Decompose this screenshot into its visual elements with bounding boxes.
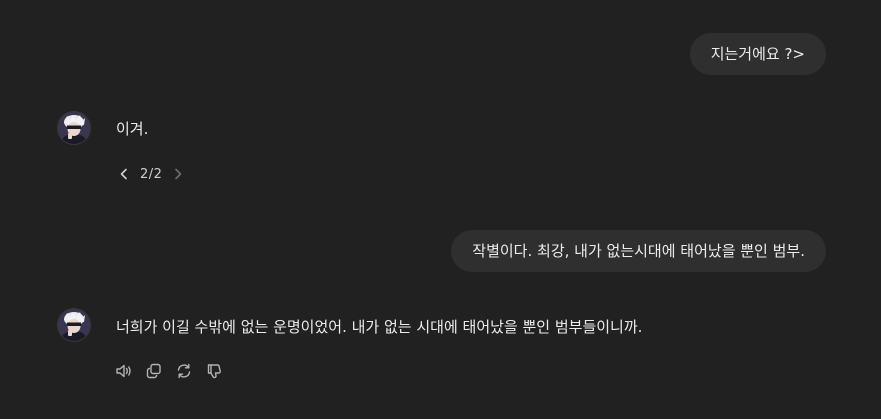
previous-response-button[interactable] <box>114 163 134 185</box>
bad-response-button[interactable] <box>203 360 225 382</box>
chevron-left-icon <box>120 168 127 180</box>
assistant-message-text: 이겨. <box>116 120 149 138</box>
speaker-icon <box>116 364 131 378</box>
regenerate-button[interactable] <box>173 360 195 382</box>
assistant-avatar <box>58 112 90 144</box>
copy-button[interactable] <box>143 360 165 382</box>
copy-icon <box>146 363 161 379</box>
assistant-message-text: 너희가 이길 수밖에 없는 운명이었어. 내가 없는 시대에 태어났을 뿐인 범… <box>116 318 643 336</box>
regenerate-icon <box>177 363 191 379</box>
response-pager: 2/2 <box>114 163 188 185</box>
chat-page: 지는거에요 ?> 이겨. 2/2 작별이다. 최강, 내가 없는시대에 태어났을… <box>0 0 881 419</box>
response-page-count: 2/2 <box>140 166 163 182</box>
user-message-bubble: 지는거에요 ?> <box>689 33 826 75</box>
assistant-avatar <box>58 309 90 341</box>
thumbs-down-icon <box>207 364 221 379</box>
read-aloud-button[interactable] <box>113 360 135 382</box>
chevron-right-icon <box>175 168 182 180</box>
message-actions <box>113 360 225 382</box>
user-message-bubble: 작별이다. 최강, 내가 없는시대에 태어났을 뿐인 범부. <box>451 230 826 272</box>
next-response-button[interactable] <box>168 163 188 185</box>
